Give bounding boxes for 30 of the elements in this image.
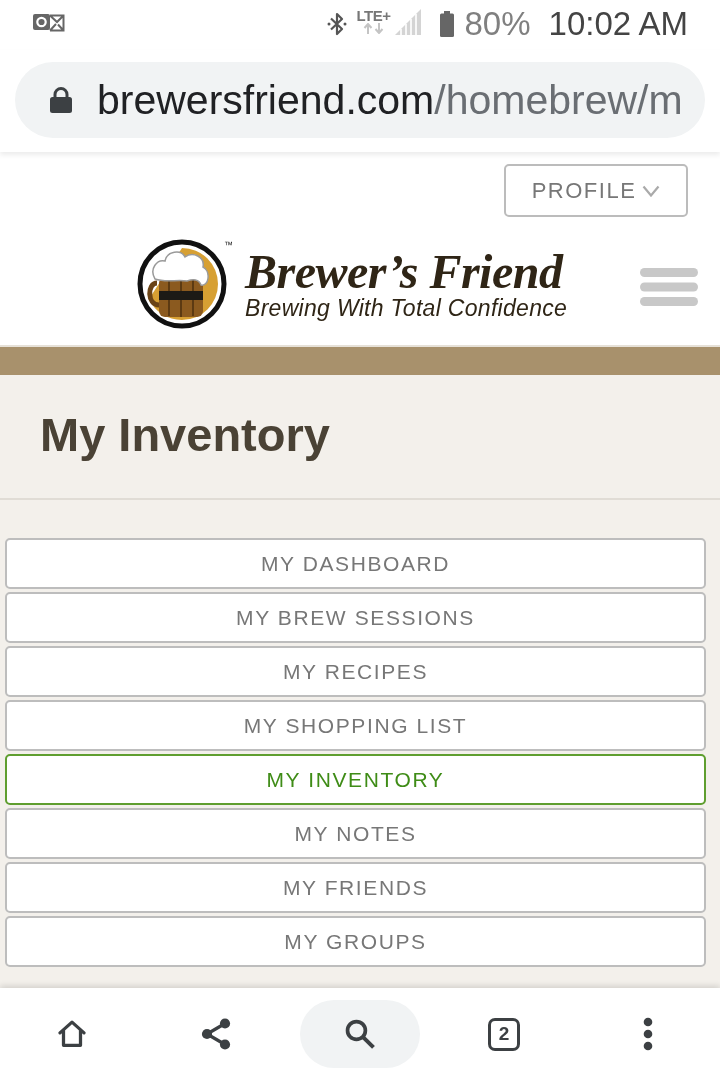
nav-menu-item[interactable]: MY FRIENDS	[5, 862, 706, 913]
nav-menu-item[interactable]: MY NOTES	[5, 808, 706, 859]
beer-mug-icon	[137, 239, 227, 329]
logo-wordmark: Brewer’s Friend	[245, 249, 565, 295]
clock-time: 10:02 AM	[548, 5, 688, 43]
lock-icon	[50, 87, 72, 113]
network-type-label: LTE+	[356, 8, 391, 23]
address-bar[interactable]: brewersfriend.com/homebrew/m	[15, 62, 705, 138]
profile-button[interactable]: PROFILE	[504, 164, 688, 217]
page-title: My Inventory	[40, 407, 330, 463]
nav-menu-item[interactable]: MY GROUPS	[5, 916, 706, 967]
url-path: /homebrew/m	[434, 77, 683, 123]
bluetooth-icon	[326, 11, 347, 37]
url-host: brewersfriend.com	[97, 77, 435, 123]
nav-menu-item[interactable]: MY INVENTORY	[5, 754, 706, 805]
nav-menu-item[interactable]: MY DASHBOARD	[5, 538, 706, 589]
more-options-icon[interactable]	[642, 1017, 654, 1051]
nav-menu-item[interactable]: MY SHOPPING LIST	[5, 700, 706, 751]
nav-menu-item[interactable]: MY RECIPES	[5, 646, 706, 697]
trademark-mark: ™	[224, 240, 233, 250]
search-icon	[343, 1017, 377, 1051]
logo-tagline: Brewing With Total Confidence	[245, 295, 568, 321]
envelope-icon	[33, 11, 65, 33]
chevron-down-icon	[642, 184, 661, 197]
signal-icon	[393, 8, 422, 36]
battery-percentage: 80%	[464, 5, 531, 43]
tab-switcher-button[interactable]: 2	[488, 1017, 520, 1051]
data-arrows-icon	[362, 23, 385, 34]
battery-icon	[439, 11, 454, 37]
nav-menu-item[interactable]: MY BREW SESSIONS	[5, 592, 706, 643]
